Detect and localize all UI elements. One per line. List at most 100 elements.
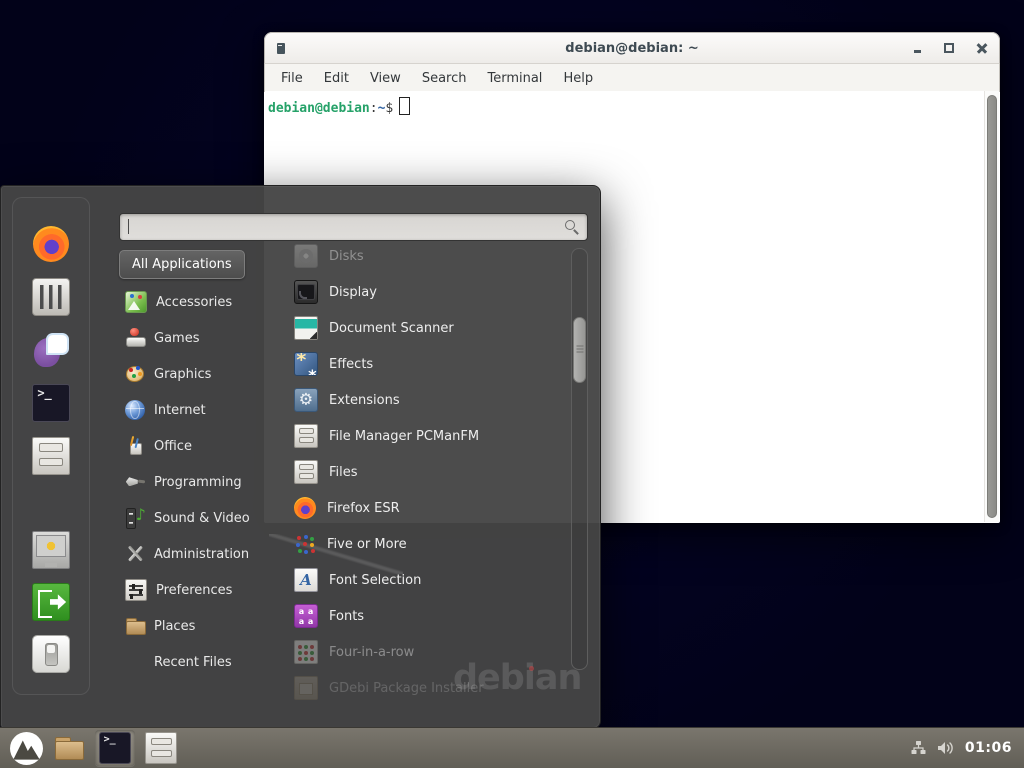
taskbar-window-folder[interactable]	[49, 730, 89, 766]
category-places[interactable]: Places	[119, 608, 286, 644]
category-administration[interactable]: Administration	[119, 536, 286, 572]
menu-button[interactable]	[8, 730, 45, 767]
category-label: Graphics	[154, 367, 211, 382]
taskbar-window-list	[49, 730, 181, 766]
menubar-item-help[interactable]: Help	[559, 69, 597, 88]
app-fonts[interactable]: Fonts	[286, 598, 568, 634]
terminal-scrollbar-thumb[interactable]	[987, 95, 997, 518]
effects-icon	[294, 352, 318, 376]
app-gdebi-package-installer[interactable]: GDebi Package Installer	[286, 670, 568, 706]
category-list: All Applications Accessories Games Graph…	[119, 248, 286, 680]
category-preferences[interactable]: Preferences	[119, 572, 286, 608]
display-icon	[294, 280, 318, 304]
application-list: Disks Display Document Scanner Effects E…	[286, 238, 568, 706]
app-disks[interactable]: Disks	[286, 238, 568, 274]
app-five-or-more[interactable]: Five or More	[286, 526, 568, 562]
menubar-item-search[interactable]: Search	[418, 69, 471, 88]
taskbar-window-terminal[interactable]	[95, 730, 135, 766]
shutdown-icon	[32, 635, 70, 673]
accessories-icon	[125, 291, 147, 313]
taskbar: 01:06	[0, 727, 1024, 768]
menu-logo-icon	[10, 732, 43, 765]
app-document-scanner[interactable]: Document Scanner	[286, 310, 568, 346]
favorite-file-cabinet[interactable]	[29, 434, 73, 478]
category-games[interactable]: Games	[119, 320, 286, 356]
app-label: Effects	[329, 357, 373, 372]
menubar-item-terminal[interactable]: Terminal	[483, 69, 546, 88]
menu-scrollbar-thumb[interactable]	[573, 317, 586, 383]
terminal-scrollbar[interactable]	[984, 91, 999, 522]
session-lock-screen[interactable]	[29, 528, 73, 572]
prompt-user-host: debian@debian	[268, 101, 370, 116]
category-label: Preferences	[156, 583, 232, 598]
places-icon	[125, 616, 145, 636]
terminal-titlebar[interactable]: debian@debian: ~	[264, 32, 1000, 64]
terminal-cursor	[399, 97, 410, 115]
favorites-rail	[12, 197, 90, 695]
menubar-item-label: File	[281, 71, 303, 86]
taskbar-window-file-cabinet[interactable]	[141, 730, 181, 766]
menubar-item-label: Terminal	[487, 71, 542, 86]
app-label: Disks	[329, 249, 364, 264]
category-label: Administration	[154, 547, 249, 562]
app-label: Display	[329, 285, 377, 300]
system-tray: 01:06	[910, 740, 1016, 756]
application-menu: debian All Applications Accessories	[0, 185, 601, 729]
app-label: Files	[329, 465, 358, 480]
app-label: File Manager PCManFM	[329, 429, 479, 444]
prompt-dollar: $	[385, 101, 393, 116]
menubar-item-view[interactable]: View	[366, 69, 405, 88]
maximize-button[interactable]	[944, 43, 954, 53]
app-display[interactable]: Display	[286, 274, 568, 310]
terminal-menubar: File Edit View Search Terminal Help	[264, 64, 1000, 92]
category-recent-files[interactable]: Recent Files	[119, 644, 286, 680]
category-label: Recent Files	[154, 655, 232, 670]
category-label: Games	[154, 331, 199, 346]
file-cabinet-icon	[294, 424, 318, 448]
volume-icon[interactable]	[937, 740, 955, 756]
app-extensions[interactable]: Extensions	[286, 382, 568, 418]
favorite-control-center[interactable]	[29, 275, 73, 319]
favorite-pidgin[interactable]	[29, 328, 73, 372]
menubar-item-file[interactable]: File	[277, 69, 307, 88]
app-font-selection[interactable]: Font Selection	[286, 562, 568, 598]
font-selection-icon	[294, 568, 318, 592]
app-label: Font Selection	[329, 573, 421, 588]
prompt-colon: :	[370, 101, 378, 116]
category-graphics[interactable]: Graphics	[119, 356, 286, 392]
search-input[interactable]	[120, 214, 587, 240]
app-firefox-esr[interactable]: Firefox ESR	[286, 490, 568, 526]
favorite-firefox[interactable]	[29, 222, 73, 266]
favorite-terminal[interactable]	[29, 381, 73, 425]
programming-icon	[125, 472, 145, 492]
app-effects[interactable]: Effects	[286, 346, 568, 382]
category-sound-and-video[interactable]: Sound & Video	[119, 500, 286, 536]
app-label: Four-in-a-row	[329, 645, 414, 660]
file-cabinet-icon	[145, 732, 177, 764]
games-icon	[125, 328, 145, 348]
session-logout[interactable]	[29, 580, 73, 624]
category-internet[interactable]: Internet	[119, 392, 286, 428]
minimize-button[interactable]	[914, 50, 921, 53]
session-shutdown[interactable]	[29, 632, 73, 676]
category-accessories[interactable]: Accessories	[119, 284, 286, 320]
office-icon	[125, 436, 145, 456]
menubar-item-edit[interactable]: Edit	[320, 69, 353, 88]
category-office[interactable]: Office	[119, 428, 286, 464]
app-files[interactable]: Files	[286, 454, 568, 490]
app-four-in-a-row[interactable]: Four-in-a-row	[286, 634, 568, 670]
extensions-icon	[294, 388, 318, 412]
category-programming[interactable]: Programming	[119, 464, 286, 500]
folder-icon	[54, 733, 84, 763]
menu-scrollbar[interactable]	[571, 248, 588, 670]
category-all-applications[interactable]: All Applications	[119, 250, 245, 279]
clock[interactable]: 01:06	[965, 740, 1012, 756]
close-button[interactable]	[977, 43, 987, 53]
lock-screen-icon	[32, 531, 70, 569]
app-file-manager-pcmanfm[interactable]: File Manager PCManFM	[286, 418, 568, 454]
desktop: debian@debian: ~ File Edit View Search Termi…	[0, 0, 1024, 768]
firefox-icon	[294, 497, 316, 519]
firefox-icon	[33, 226, 69, 262]
network-icon[interactable]	[910, 740, 927, 756]
search-box[interactable]	[119, 213, 588, 241]
